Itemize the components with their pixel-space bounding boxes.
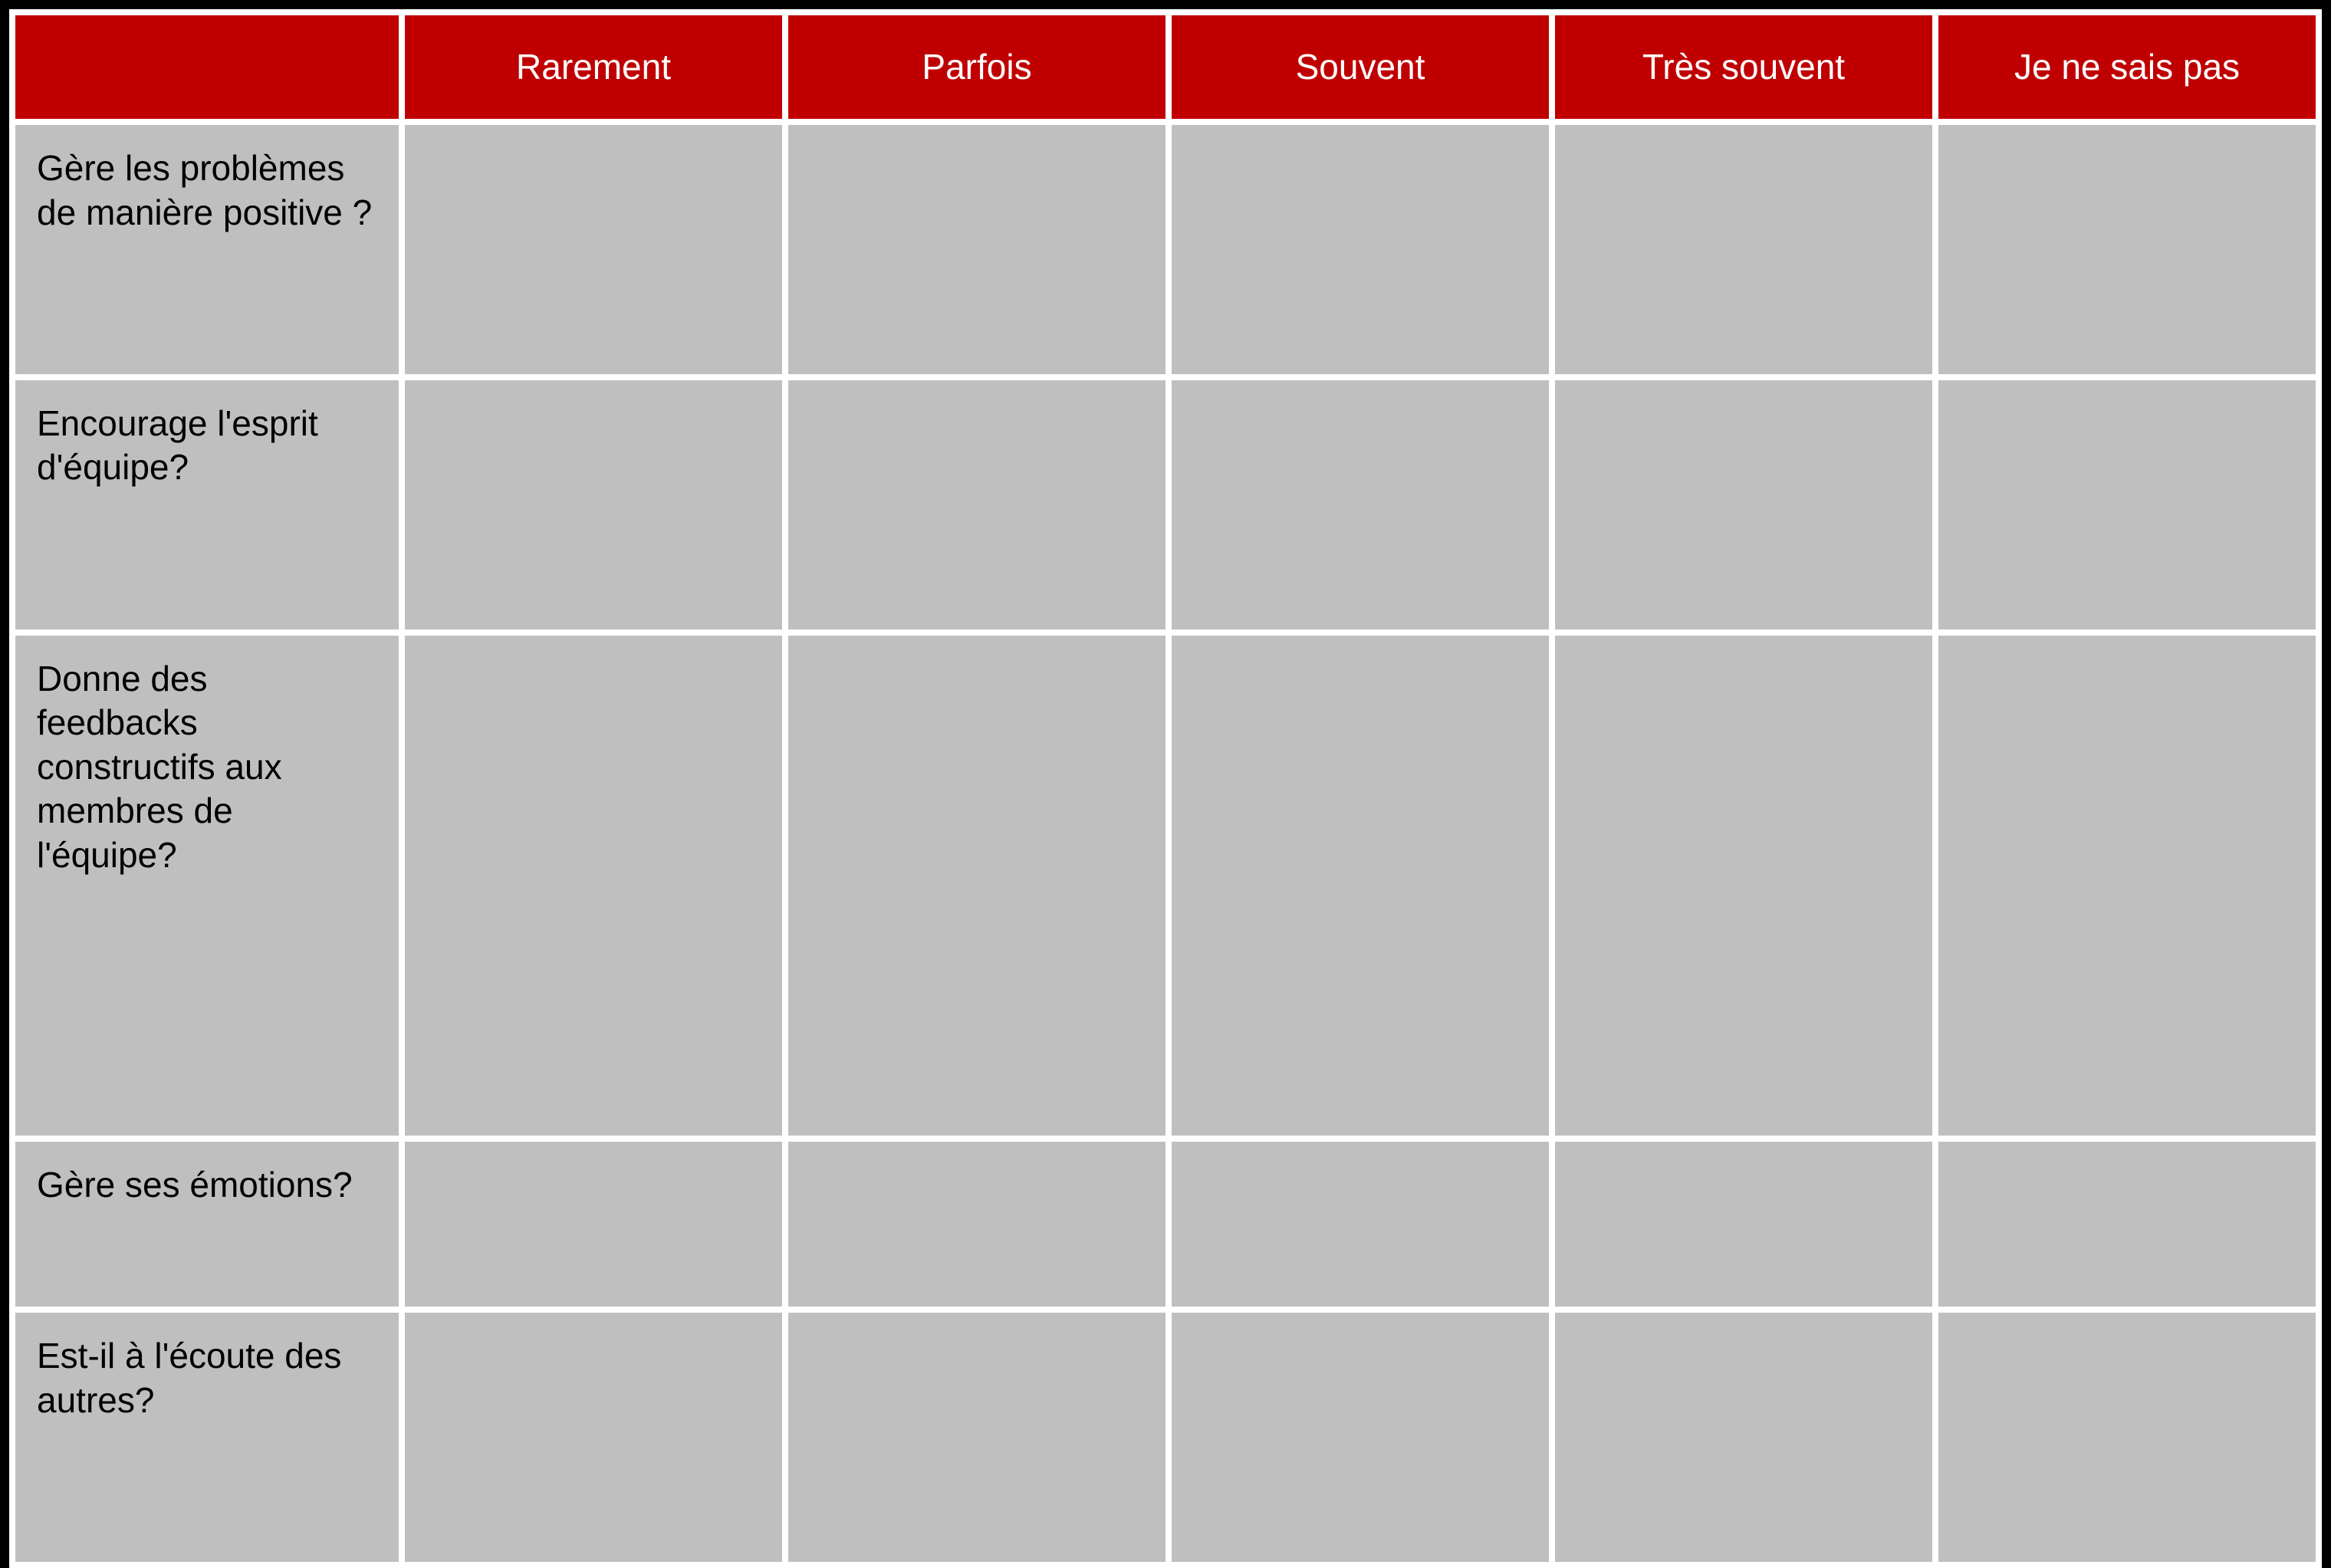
cell[interactable] bbox=[1938, 1313, 2316, 1562]
col-header-jnsp: Je ne sais pas bbox=[1938, 15, 2316, 119]
col-header-tres-souvent: Très souvent bbox=[1555, 15, 1932, 119]
cell[interactable] bbox=[1555, 1313, 1932, 1562]
cell[interactable] bbox=[1172, 1142, 1549, 1307]
cell[interactable] bbox=[1555, 125, 1932, 374]
cell[interactable] bbox=[788, 125, 1166, 374]
cell[interactable] bbox=[1938, 380, 2316, 630]
cell[interactable] bbox=[1555, 1142, 1932, 1307]
cell[interactable] bbox=[1172, 380, 1549, 630]
table-row: Gère ses émotions? bbox=[15, 1142, 2316, 1307]
table-row: Gère les problèmes de manière positive ? bbox=[15, 125, 2316, 374]
cell[interactable] bbox=[1555, 380, 1932, 630]
page: Rarement Parfois Souvent Très souvent Je… bbox=[0, 0, 2331, 1568]
cell[interactable] bbox=[405, 1313, 782, 1562]
cell[interactable] bbox=[405, 125, 782, 374]
col-header-rarement: Rarement bbox=[405, 15, 782, 119]
row-label: Donne des feedbacks constructifs aux mem… bbox=[15, 636, 399, 1136]
cell[interactable] bbox=[405, 1142, 782, 1307]
header-row: Rarement Parfois Souvent Très souvent Je… bbox=[15, 15, 2316, 119]
table-row: Est-il à l'écoute des autres? bbox=[15, 1313, 2316, 1562]
cell[interactable] bbox=[1938, 125, 2316, 374]
cell[interactable] bbox=[405, 380, 782, 630]
cell[interactable] bbox=[405, 636, 782, 1136]
cell[interactable] bbox=[788, 1142, 1166, 1307]
cell[interactable] bbox=[1172, 636, 1549, 1136]
cell[interactable] bbox=[788, 636, 1166, 1136]
cell[interactable] bbox=[788, 1313, 1166, 1562]
survey-table: Rarement Parfois Souvent Très souvent Je… bbox=[9, 9, 2322, 1568]
col-header-souvent: Souvent bbox=[1172, 15, 1549, 119]
row-label: Gère ses émotions? bbox=[15, 1142, 399, 1307]
table-row: Encourage l'esprit d'équipe? bbox=[15, 380, 2316, 630]
cell[interactable] bbox=[1172, 125, 1549, 374]
cell[interactable] bbox=[788, 380, 1166, 630]
row-label: Est-il à l'écoute des autres? bbox=[15, 1313, 399, 1562]
cell[interactable] bbox=[1555, 636, 1932, 1136]
cell[interactable] bbox=[1938, 636, 2316, 1136]
cell[interactable] bbox=[1172, 1313, 1549, 1562]
table-row: Donne des feedbacks constructifs aux mem… bbox=[15, 636, 2316, 1136]
row-label: Gère les problèmes de manière positive ? bbox=[15, 125, 399, 374]
col-header-parfois: Parfois bbox=[788, 15, 1166, 119]
cell[interactable] bbox=[1938, 1142, 2316, 1307]
header-blank bbox=[15, 15, 399, 119]
row-label: Encourage l'esprit d'équipe? bbox=[15, 380, 399, 630]
